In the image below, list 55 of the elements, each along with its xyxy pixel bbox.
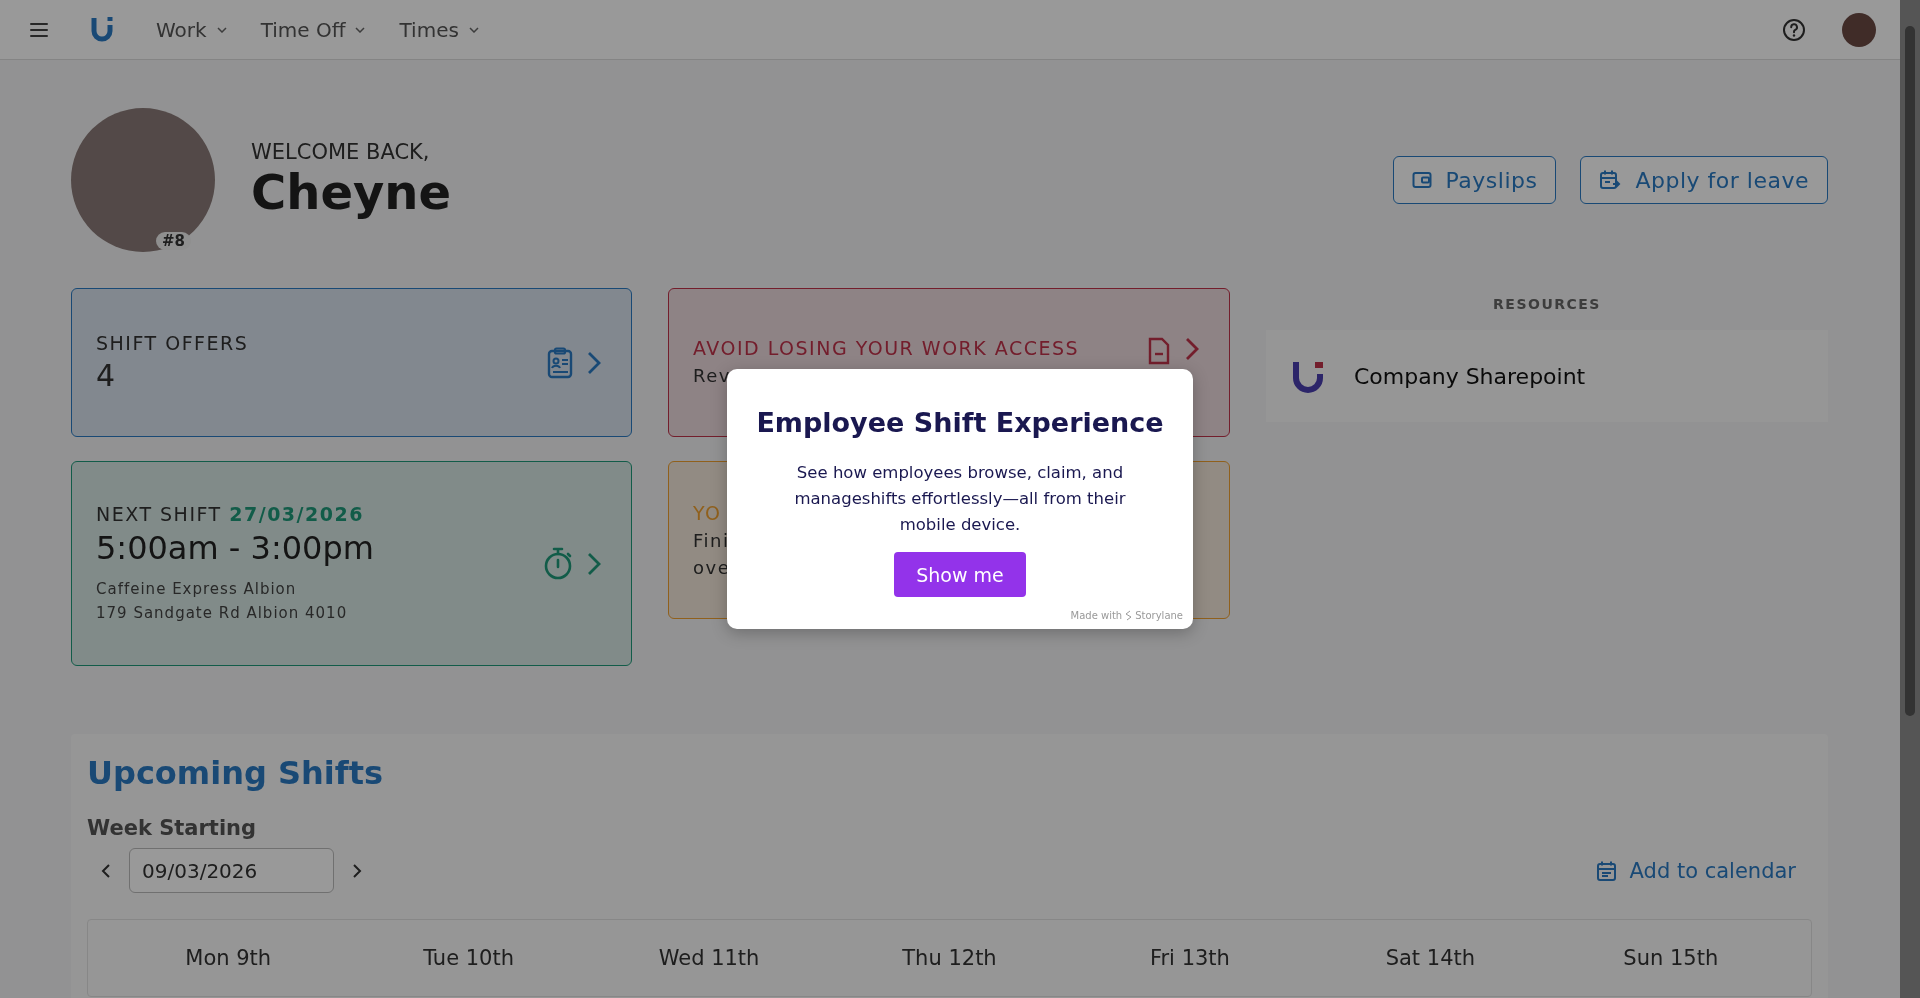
brand-logo-icon: [1125, 610, 1133, 621]
show-me-button[interactable]: Show me: [894, 552, 1026, 597]
card-text: Fini: [693, 530, 730, 551]
credit-link[interactable]: Made with Storylane: [1070, 610, 1183, 621]
resources-heading: RESOURCES: [1492, 296, 1602, 312]
shift-location: Caffeine Express Albion: [96, 578, 298, 600]
card-title: YO: [693, 502, 722, 524]
menu-icon[interactable]: [30, 22, 48, 37]
section-title: Upcoming Shifts: [87, 754, 385, 792]
chevron-right-icon[interactable]: [1185, 337, 1199, 361]
leave-button[interactable]: Apply for leave: [1580, 156, 1828, 204]
card-title: SHIFT OFFERS: [96, 332, 250, 354]
date-field[interactable]: 09/03/2026: [129, 848, 334, 893]
user-name: Cheyne: [251, 164, 451, 220]
rank-badge: #8: [156, 232, 191, 250]
card-text: Rev: [693, 365, 731, 386]
resource-link[interactable]: Company Sharepoint: [1266, 330, 1828, 422]
offer-count: 4: [96, 358, 117, 393]
scrollbar[interactable]: [1900, 0, 1920, 998]
welcome-greeting: WELCOME BACK,: [251, 140, 431, 164]
day-header: Fri 13th: [1148, 946, 1231, 970]
stopwatch-icon: [543, 546, 573, 581]
nav-menu[interactable]: Work: [156, 17, 239, 42]
chevron-right-icon[interactable]: [352, 862, 362, 879]
week-label: Week Starting: [87, 816, 258, 840]
add-to-calendar-link[interactable]: Add to calendar: [1589, 857, 1802, 884]
day-header: Wed 11th: [657, 946, 761, 970]
document-icon: [1147, 337, 1171, 365]
payslips-button[interactable]: Payslips: [1392, 156, 1557, 204]
caret-icon: [355, 26, 366, 33]
dialog-text: See how employees browse, claim, and manageshifts effortlessly—all from their mobile device.: [793, 462, 1127, 536]
caret-icon: [468, 26, 479, 33]
chevron-right-icon[interactable]: [587, 350, 601, 375]
help-icon[interactable]: [1782, 17, 1806, 42]
caret-icon: [216, 26, 227, 33]
logo-icon[interactable]: [90, 15, 114, 44]
day-header: Mon 9th: [184, 946, 273, 970]
card-title: AVOID LOSING YOUR WORK ACCESS: [693, 337, 1080, 359]
nav-menu[interactable]: Time Off: [260, 17, 378, 42]
calendar-icon: [1595, 859, 1618, 882]
shift-time: 5:00am - 3:00pm: [96, 528, 375, 567]
card-title: NEXT SHIFT 27/03/2026: [96, 502, 365, 525]
day-header: Tue 10th: [422, 946, 516, 970]
card-text: ove: [693, 557, 731, 578]
day-header: Sun 15th: [1622, 946, 1720, 970]
chevron-left-icon[interactable]: [101, 862, 111, 879]
user-avatar[interactable]: [1842, 12, 1876, 47]
wallet-icon: [1411, 171, 1432, 189]
day-header: Thu 12th: [901, 946, 998, 970]
nav-menu[interactable]: Times: [399, 17, 491, 42]
day-header: Sat 14th: [1384, 946, 1477, 970]
calendar-icon: [1599, 169, 1622, 191]
clipboard-icon: [547, 346, 573, 379]
shift-address: 179 Sandgate Rd Albion 4010: [96, 602, 349, 624]
dialog-title: Employee Shift Experience: [755, 407, 1165, 438]
